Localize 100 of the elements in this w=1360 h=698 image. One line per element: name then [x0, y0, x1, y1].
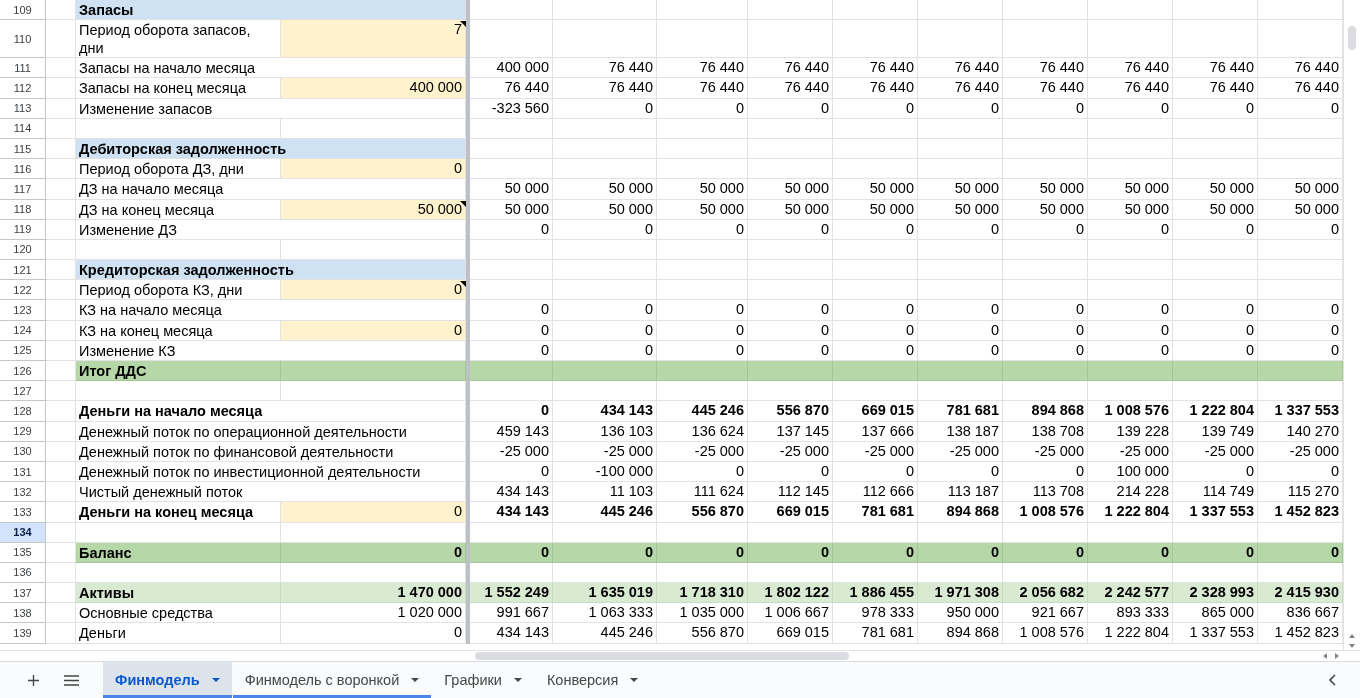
sheet-tab[interactable]: Конверсия [534, 662, 651, 698]
row-header[interactable]: 120 [0, 239, 46, 261]
row-header[interactable]: 117 [0, 179, 46, 200]
table-cell: 0 [553, 300, 657, 321]
row-header[interactable]: 122 [0, 280, 46, 301]
row-header[interactable]: 112 [0, 78, 46, 99]
table-cell: 0 [833, 461, 918, 483]
table-cell: 50 000 [470, 199, 553, 220]
table-cell: 76 440 [1003, 58, 1088, 79]
scrollbar-thumb[interactable] [475, 652, 849, 660]
row-header[interactable]: 115 [0, 138, 46, 160]
row-header[interactable]: 135 [0, 542, 46, 563]
menu-icon [63, 674, 79, 686]
table-cell: 139 228 [1088, 421, 1173, 442]
row-header[interactable]: 127 [0, 381, 46, 402]
row-header[interactable]: 136 [0, 562, 46, 584]
scroll-right-icon[interactable] [1335, 653, 1339, 659]
table-cell: 0 [470, 219, 553, 240]
row-header[interactable]: 110 [0, 20, 46, 59]
table-cell: 1 635 019 [553, 583, 657, 604]
plus-icon [27, 674, 39, 686]
table-cell: 0 [1003, 300, 1088, 321]
row-header[interactable]: 121 [0, 260, 46, 281]
input-cell: 7 [281, 20, 466, 59]
table-cell: 0 [1088, 300, 1173, 321]
table-cell [46, 381, 76, 402]
row-header[interactable]: 118 [0, 199, 46, 220]
row-header[interactable]: 126 [0, 361, 46, 382]
table-cell: 0 [748, 320, 833, 341]
row-header[interactable]: 111 [0, 58, 46, 79]
table-cell: 50 000 [1173, 179, 1258, 200]
table-cell: 0 [657, 300, 748, 321]
table-cell: 114 749 [1173, 482, 1258, 503]
row-header[interactable]: 132 [0, 482, 46, 503]
scroll-down-icon[interactable] [1349, 644, 1355, 648]
table-cell: 112 666 [833, 482, 918, 503]
table-cell: 113 708 [1003, 482, 1088, 503]
row-header[interactable]: 125 [0, 340, 46, 361]
table-cell: 0 [1258, 340, 1343, 361]
table-cell: 0 [657, 340, 748, 361]
table-cell: 0 [470, 542, 553, 563]
scroll-up-icon[interactable] [1349, 634, 1355, 638]
table-cell: 50 000 [657, 199, 748, 220]
table-cell: 50 000 [1258, 199, 1343, 220]
table-cell: 50 000 [748, 199, 833, 220]
row-header[interactable]: 134 [0, 522, 46, 543]
table-cell: 1 222 804 [1088, 502, 1173, 523]
table-cell [46, 280, 76, 301]
table-cell: 0 [748, 300, 833, 321]
table-cell: 894 868 [918, 623, 1003, 644]
table-cell: 76 440 [918, 78, 1003, 99]
row-header[interactable]: 109 [0, 0, 46, 21]
row-header[interactable]: 123 [0, 300, 46, 321]
row-header[interactable]: 131 [0, 461, 46, 483]
row-label: КЗ на начало месяца [76, 300, 466, 321]
row-header[interactable]: 138 [0, 603, 46, 624]
row-label: Изменение КЗ [76, 340, 466, 361]
table-cell: 893 333 [1088, 603, 1173, 624]
table-cell: -25 000 [553, 441, 657, 462]
table-cell: 459 143 [470, 421, 553, 442]
table-cell: 978 333 [833, 603, 918, 624]
row-header[interactable]: 129 [0, 421, 46, 442]
table-cell: 100 000 [1088, 461, 1173, 483]
table-cell: 0 [833, 542, 918, 563]
scrollbar-thumb[interactable] [1348, 26, 1356, 50]
sheet-tab[interactable]: Графики [432, 662, 534, 698]
table-cell: 434 143 [470, 502, 553, 523]
table-cell: -323 560 [470, 98, 553, 119]
row-label: Период оборота КЗ, дни [76, 280, 281, 301]
table-cell [46, 562, 76, 584]
table-cell: 0 [281, 623, 466, 644]
table-cell: 0 [553, 542, 657, 563]
row-header[interactable]: 137 [0, 583, 46, 604]
row-header[interactable]: 130 [0, 441, 46, 462]
table-cell: 0 [1003, 340, 1088, 361]
table-cell: 0 [748, 98, 833, 119]
table-cell: 76 440 [748, 78, 833, 99]
row-header[interactable]: 133 [0, 502, 46, 523]
row-header[interactable]: 114 [0, 118, 46, 139]
table-cell [46, 300, 76, 321]
row-header[interactable]: 124 [0, 320, 46, 341]
table-cell: 0 [657, 98, 748, 119]
table-cell [46, 421, 76, 442]
sheet-tab[interactable]: Финмодель [103, 662, 232, 698]
row-header[interactable]: 139 [0, 623, 46, 644]
table-cell: 0 [918, 320, 1003, 341]
table-cell: 781 681 [833, 623, 918, 644]
table-cell: 0 [833, 320, 918, 341]
table-cell: 0 [748, 542, 833, 563]
scroll-left-icon[interactable] [1323, 653, 1327, 659]
row-header[interactable]: 119 [0, 219, 46, 240]
table-cell [46, 0, 76, 21]
sheet-tab[interactable]: Финмодель с воронкой [232, 662, 432, 698]
row-header[interactable]: 113 [0, 98, 46, 119]
row-header[interactable]: 128 [0, 401, 46, 422]
row-header[interactable]: 116 [0, 159, 46, 180]
table-cell: 1 337 553 [1173, 623, 1258, 644]
table-cell: 0 [657, 320, 748, 341]
table-cell: 50 000 [1258, 179, 1343, 200]
table-cell: 445 246 [657, 401, 748, 422]
